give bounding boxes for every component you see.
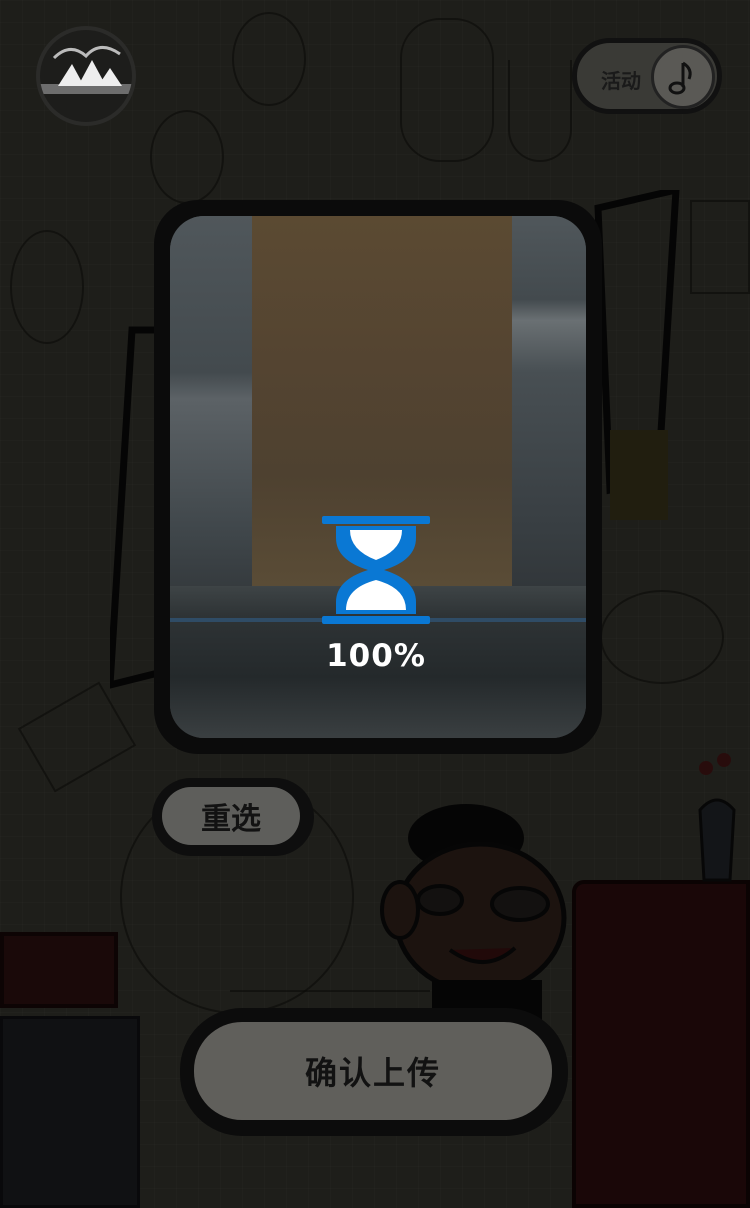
confirm-upload-label: 确认上传 — [194, 1022, 552, 1120]
music-note-icon — [668, 61, 692, 95]
avatar[interactable] — [36, 26, 136, 126]
reselect-button[interactable]: 重选 — [152, 778, 314, 856]
hourglass-icon — [322, 516, 430, 624]
music-toggle-button[interactable] — [651, 45, 715, 109]
activity-toggle[interactable]: 活动 — [572, 38, 722, 114]
activity-label: 活动 — [601, 69, 641, 93]
reselect-label: 重选 — [162, 787, 300, 845]
confirm-upload-button[interactable]: 确认上传 — [180, 1008, 568, 1136]
upload-progress-text: 100% — [326, 638, 426, 674]
avatar-icon — [40, 46, 132, 94]
